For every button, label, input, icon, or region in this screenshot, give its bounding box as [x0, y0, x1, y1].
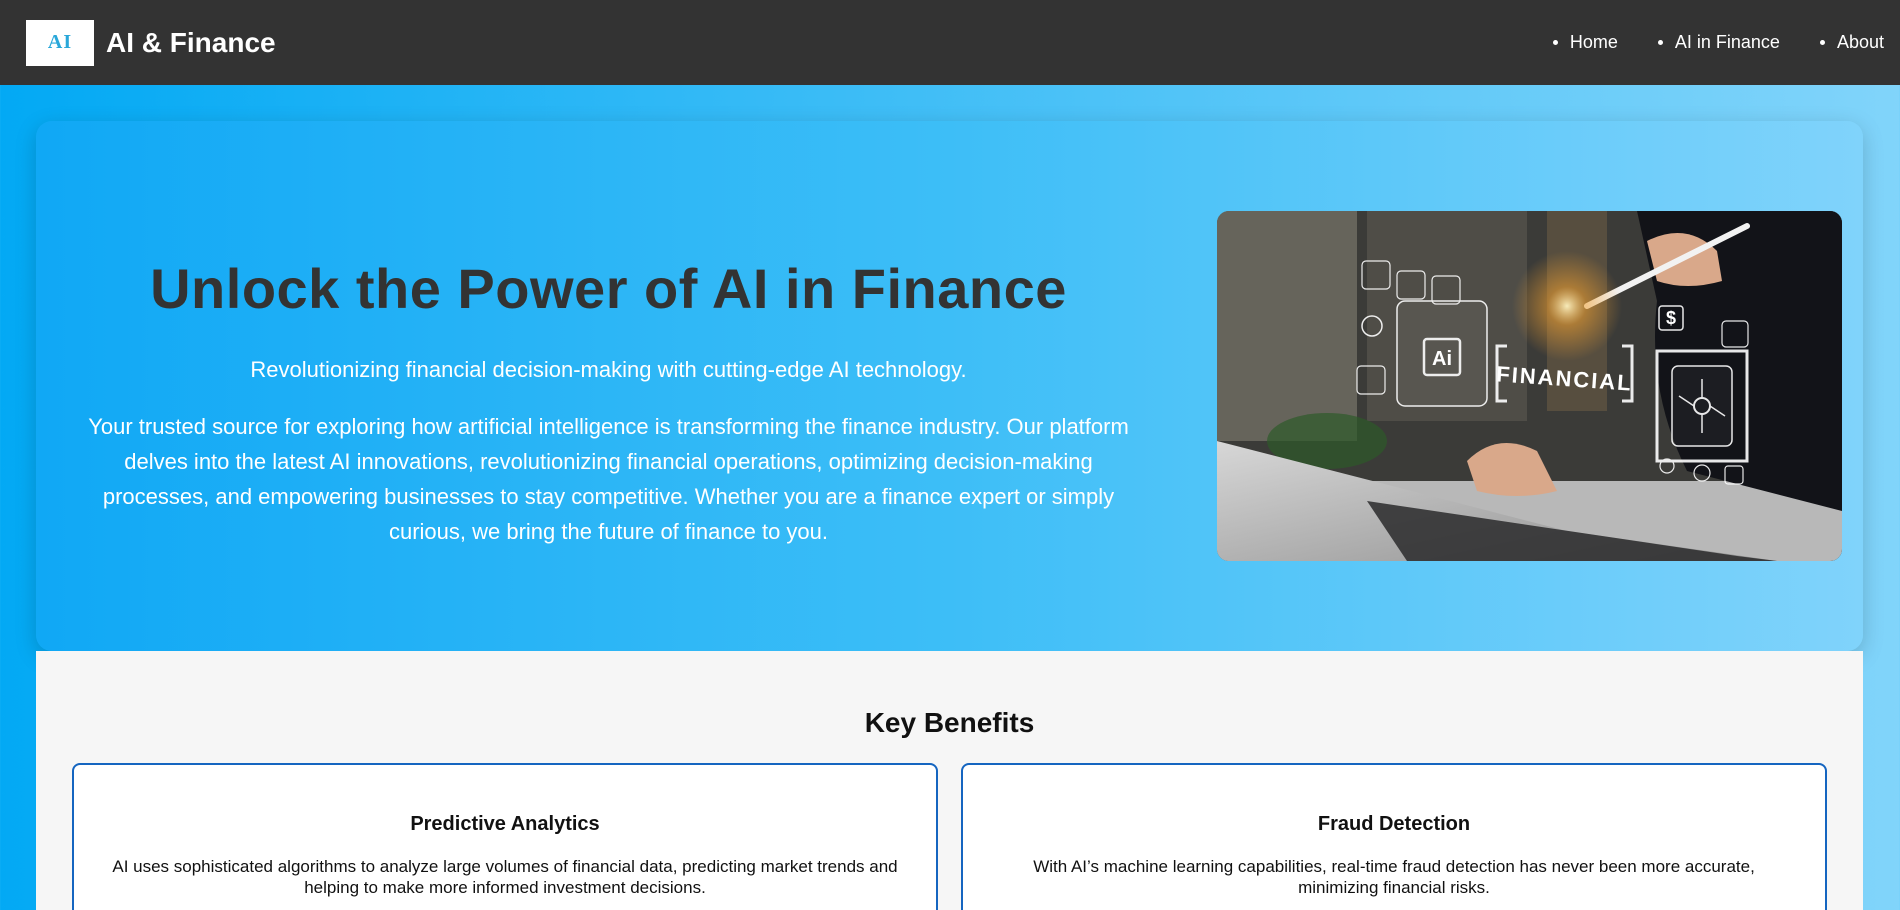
hologram-chip-label: Ai — [1432, 348, 1452, 370]
site-logo[interactable]: AI — [26, 19, 94, 66]
nav-links: Home AI in Finance About — [1513, 0, 1884, 85]
hero-image: Ai FINANCIAL $ — [1217, 211, 1842, 561]
key-benefits-section: Key Benefits Predictive Analytics AI use… — [36, 651, 1863, 910]
hero-subtitle: Revolutionizing financial decision-makin… — [250, 357, 967, 382]
hero-text: Unlock the Power of AI in Finance Revolu… — [56, 256, 1161, 549]
top-navbar: AI AI & Finance Home AI in Finance About — [0, 0, 1900, 85]
brand-title[interactable]: AI & Finance — [106, 27, 276, 59]
hologram-dollar-label: $ — [1666, 308, 1676, 328]
logo-text: AI — [47, 31, 73, 53]
card-title: Fraud Detection — [1317, 813, 1471, 835]
card-text: AI uses sophisticated algorithms to anal… — [112, 857, 898, 897]
benefit-card-fraud-detection: Fraud Detection With AI’s machine learni… — [961, 763, 1827, 910]
ai-finance-illustration: Ai FINANCIAL $ — [1217, 211, 1842, 561]
benefit-card-predictive-analytics: Predictive Analytics AI uses sophisticat… — [72, 763, 938, 910]
hero-title: Unlock the Power of AI in Finance — [150, 257, 1067, 320]
hero-section: Unlock the Power of AI in Finance Revolu… — [36, 121, 1863, 651]
benefits-title: Key Benefits — [864, 707, 1035, 738]
card-title: Predictive Analytics — [410, 813, 600, 835]
card-text: With AI’s machine learning capabilities,… — [1033, 857, 1755, 897]
hero-description: Your trusted source for exploring how ar… — [88, 414, 1129, 544]
nav-link-home[interactable]: Home — [1553, 32, 1618, 53]
nav-link-about[interactable]: About — [1820, 32, 1884, 53]
nav-link-ai-in-finance[interactable]: AI in Finance — [1658, 32, 1780, 53]
